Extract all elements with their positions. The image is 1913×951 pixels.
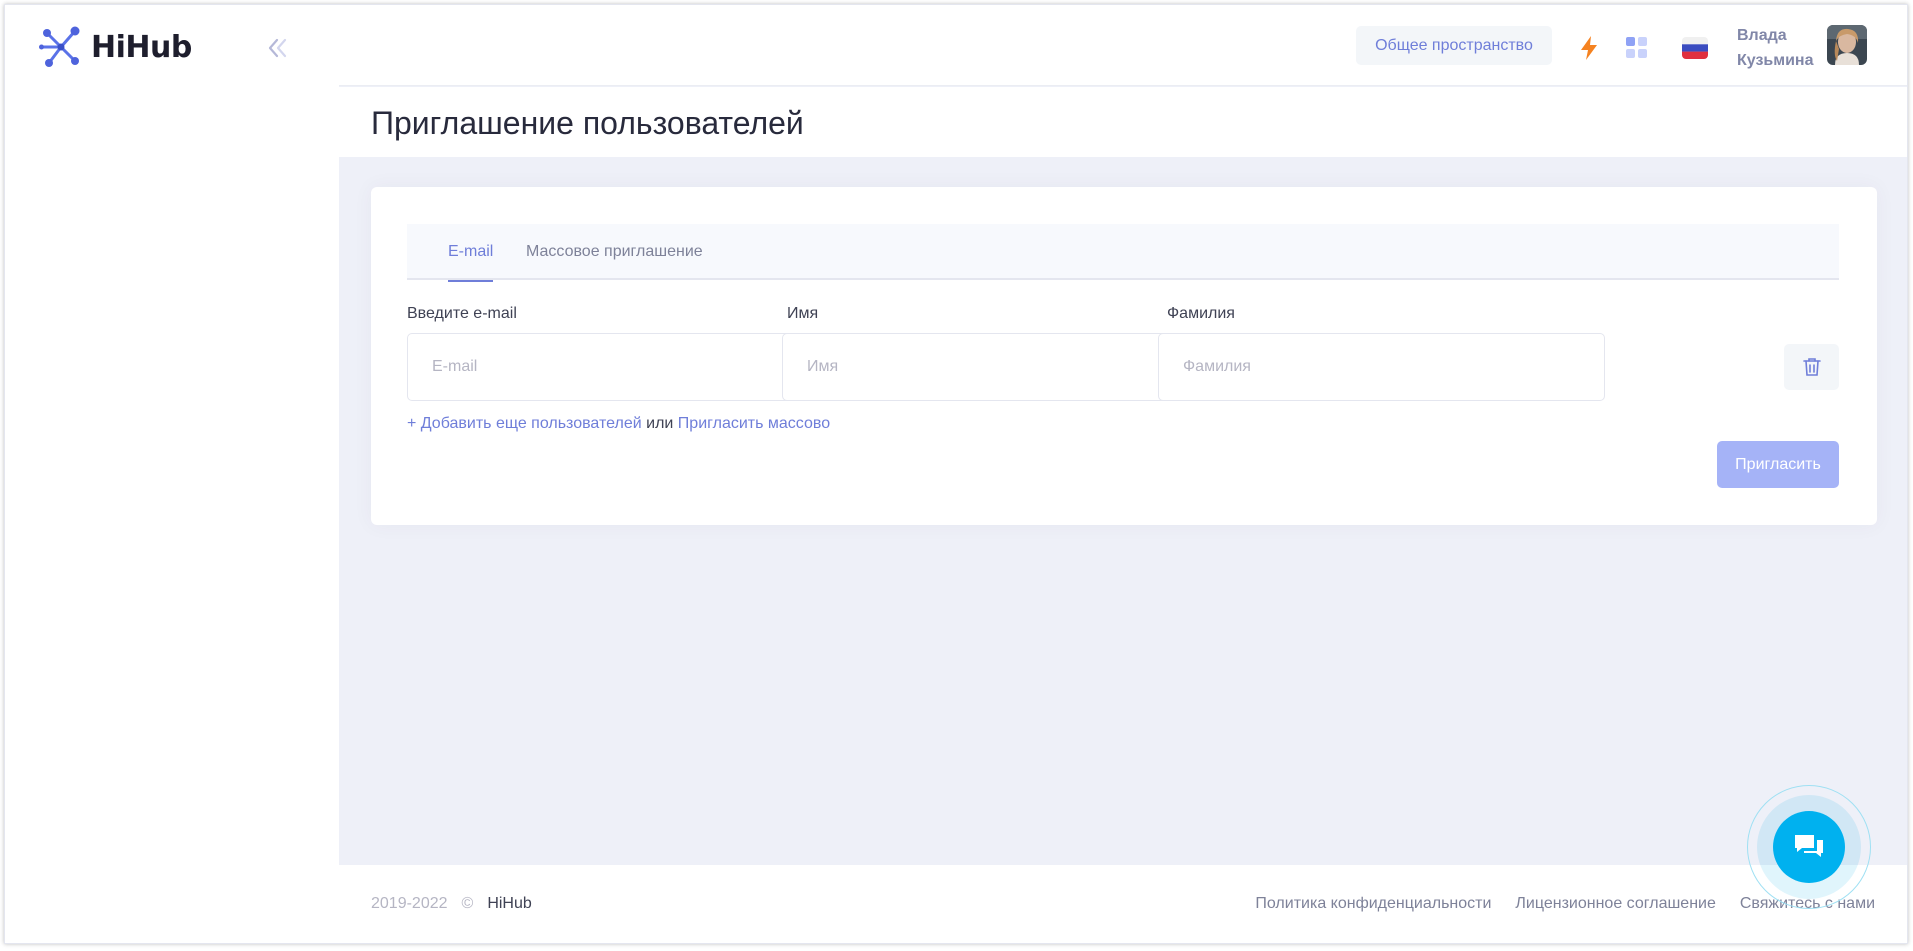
brand-name: HiHub bbox=[91, 29, 192, 65]
last-name-label: Фамилия bbox=[1167, 305, 1235, 322]
invite-tabs: E-mail Массовое приглашение bbox=[407, 224, 1839, 282]
language-button[interactable] bbox=[1678, 31, 1712, 65]
footer-copyright: 2019-2022 © HiHub bbox=[371, 895, 532, 913]
russia-flag-icon bbox=[1682, 37, 1708, 59]
user-first-name: Влада bbox=[1737, 27, 1787, 44]
license-agreement-link[interactable]: Лицензионное соглашение bbox=[1515, 895, 1715, 913]
sidebar: HiHub bbox=[5, 5, 339, 943]
chat-widget bbox=[1747, 785, 1871, 909]
or-text: или bbox=[646, 415, 674, 432]
footer-brand-link[interactable]: HiHub bbox=[487, 895, 531, 913]
sidebar-collapse-button[interactable] bbox=[263, 33, 293, 63]
lightning-icon bbox=[1581, 36, 1597, 60]
double-chevron-left-icon bbox=[268, 38, 287, 58]
last-name-field[interactable] bbox=[1158, 333, 1605, 401]
quick-actions-button[interactable] bbox=[1572, 31, 1606, 65]
network-logo-icon bbox=[39, 26, 80, 67]
chat-widget-halo bbox=[1757, 795, 1861, 899]
user-name[interactable]: Влада Кузьмина bbox=[1737, 23, 1827, 73]
brand[interactable]: HiHub bbox=[39, 25, 192, 69]
workspace-button[interactable]: Общее пространство bbox=[1356, 26, 1552, 65]
subheader: Приглашение пользователей bbox=[339, 87, 1907, 157]
main-area: Общее пространство Влада Кузьмина Пригла… bbox=[339, 5, 1907, 943]
apps-grid-icon bbox=[1626, 37, 1647, 58]
top-header: Общее пространство Влада Кузьмина bbox=[339, 5, 1907, 86]
invite-card: E-mail Массовое приглашение Введите e-ma… bbox=[371, 187, 1877, 525]
privacy-policy-link[interactable]: Политика конфиденциальности bbox=[1255, 895, 1491, 913]
page-title: Приглашение пользователей bbox=[371, 105, 804, 141]
delete-row-button[interactable] bbox=[1784, 344, 1839, 390]
trash-icon bbox=[1802, 358, 1821, 376]
tab-bulk-invite[interactable]: Массовое приглашение bbox=[526, 224, 703, 280]
copyright-symbol: © bbox=[461, 895, 474, 912]
user-last-name: Кузьмина bbox=[1737, 52, 1814, 69]
footer: 2019-2022 © HiHub Политика конфиденциаль… bbox=[339, 865, 1907, 943]
chat-button[interactable] bbox=[1773, 811, 1845, 883]
invite-button[interactable]: Пригласить bbox=[1717, 441, 1839, 488]
email-label: Введите e-mail bbox=[407, 305, 517, 322]
user-avatar-image bbox=[1827, 25, 1867, 65]
footer-years: 2019-2022 bbox=[371, 895, 448, 912]
avatar[interactable] bbox=[1827, 25, 1867, 65]
first-name-label: Имя bbox=[787, 305, 819, 322]
add-more-users-link[interactable]: + Добавить еще пользователей bbox=[407, 415, 642, 432]
chat-icon bbox=[1795, 835, 1823, 857]
tab-email[interactable]: E-mail bbox=[448, 224, 494, 282]
add-more-row: + Добавить еще пользователей или Приглас… bbox=[407, 415, 830, 433]
app-window: HiHub Общее пространство Влада Кузьмина … bbox=[4, 4, 1908, 944]
bulk-invite-link[interactable]: Пригласить массово bbox=[678, 415, 830, 432]
apps-button[interactable] bbox=[1620, 31, 1654, 65]
